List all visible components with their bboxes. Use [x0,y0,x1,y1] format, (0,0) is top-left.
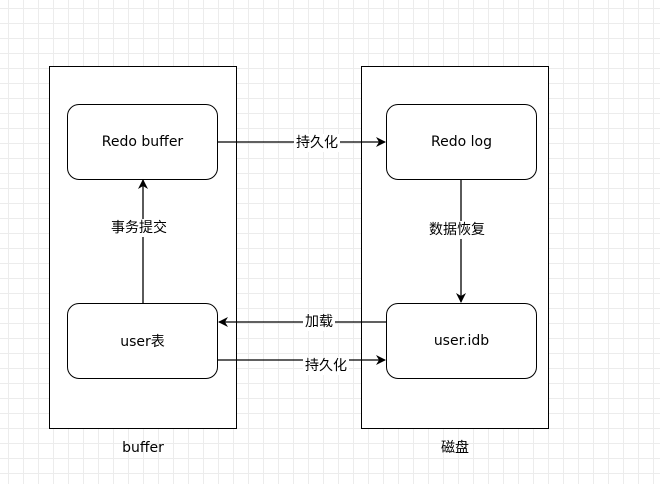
buffer-caption: buffer [122,440,164,456]
redo-log-label: Redo log [431,134,492,150]
user-table-node: user表 [67,303,218,379]
edge-label-load: 加载 [303,313,335,331]
redo-buffer-node: Redo buffer [67,104,218,180]
edge-label-persist-top: 持久化 [294,134,340,152]
connectors [138,137,466,365]
edge-label-commit: 事务提交 [109,219,169,237]
redo-log-node: Redo log [386,104,537,180]
edge-label-recover: 数据恢复 [427,221,487,239]
disk-caption: 磁盘 [441,440,469,456]
edge-label-persist-bottom: 持久化 [303,357,349,375]
user-idb-label: user.idb [433,333,490,349]
user-idb-node: user.idb [386,303,537,379]
user-table-label: user表 [120,334,165,350]
redo-buffer-label: Redo buffer [101,134,184,150]
